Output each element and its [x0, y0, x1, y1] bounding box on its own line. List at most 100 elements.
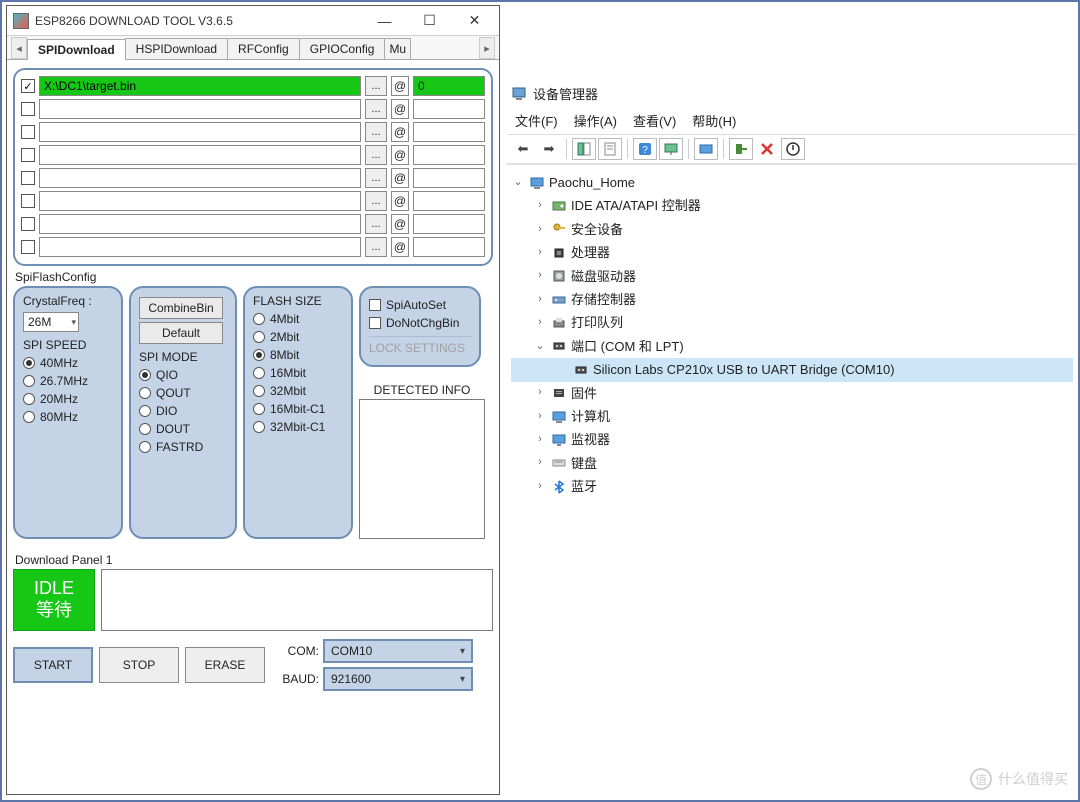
browse-button[interactable]: ...	[365, 145, 387, 165]
menu-file[interactable]: 文件(F)	[515, 111, 558, 130]
file-checkbox[interactable]	[21, 217, 35, 231]
browse-button[interactable]: ...	[365, 122, 387, 142]
file-address-input[interactable]	[413, 99, 485, 119]
file-path-input[interactable]	[39, 99, 361, 119]
spiautoset-checkbox[interactable]: SpiAutoSet	[369, 298, 471, 312]
browse-button[interactable]: ...	[365, 214, 387, 234]
radio-4mbit[interactable]: 4Mbit	[253, 312, 343, 326]
combinebin-button[interactable]: CombineBin	[139, 297, 223, 319]
tree-node[interactable]: ›蓝牙	[511, 475, 1073, 498]
drive-icon	[551, 198, 567, 214]
radio-40mhz[interactable]: 40MHz	[23, 356, 113, 370]
com-select[interactable]: COM10▾	[323, 639, 473, 663]
tab-scroll-right[interactable]: ▸	[479, 37, 495, 59]
stop-button[interactable]: STOP	[99, 647, 179, 683]
file-checkbox[interactable]	[21, 79, 35, 93]
radio-32mbit-c1[interactable]: 32Mbit-C1	[253, 420, 343, 434]
file-path-input[interactable]	[39, 191, 361, 211]
toolbar-show-hide-icon[interactable]	[572, 138, 596, 160]
tree-node[interactable]: ›计算机	[511, 405, 1073, 428]
radio-32mbit[interactable]: 32Mbit	[253, 384, 343, 398]
toolbar-uninstall-icon[interactable]	[755, 138, 779, 160]
file-address-input[interactable]	[413, 122, 485, 142]
tree-node[interactable]: ›固件	[511, 382, 1073, 405]
radio-dout[interactable]: DOUT	[139, 422, 227, 436]
file-path-input[interactable]	[39, 237, 361, 257]
tab-rfconfig[interactable]: RFConfig	[227, 38, 300, 59]
file-checkbox[interactable]	[21, 194, 35, 208]
toolbar-forward-icon[interactable]: ➡	[537, 138, 561, 160]
file-checkbox[interactable]	[21, 171, 35, 185]
baud-select[interactable]: 921600▾	[323, 667, 473, 691]
start-button[interactable]: START	[13, 647, 93, 683]
radio-16mbit-c1[interactable]: 16Mbit-C1	[253, 402, 343, 416]
tab-spidownload[interactable]: SPIDownload	[27, 39, 126, 60]
donotchgbin-checkbox[interactable]: DoNotChgBin	[369, 316, 471, 330]
toolbar-back-icon[interactable]: ⬅	[511, 138, 535, 160]
menu-help[interactable]: 帮助(H)	[692, 111, 736, 130]
tab-hspidownload[interactable]: HSPIDownload	[125, 38, 228, 59]
file-address-input[interactable]	[413, 145, 485, 165]
radio-2mbit[interactable]: 2Mbit	[253, 330, 343, 344]
file-checkbox[interactable]	[21, 240, 35, 254]
file-path-input[interactable]: X:\DC1\target.bin	[39, 76, 361, 96]
file-address-input[interactable]	[413, 214, 485, 234]
file-checkbox[interactable]	[21, 125, 35, 139]
radio-dio[interactable]: DIO	[139, 404, 227, 418]
file-address-input[interactable]	[413, 237, 485, 257]
tab-scroll-left[interactable]: ◂	[11, 37, 27, 59]
browse-button[interactable]: ...	[365, 76, 387, 96]
toolbar-disable-icon[interactable]	[781, 138, 805, 160]
tree-node[interactable]: ›打印队列	[511, 311, 1073, 334]
tree-node[interactable]: ›IDE ATA/ATAPI 控制器	[511, 194, 1073, 217]
tree-node[interactable]: ⌄端口 (COM 和 LPT)	[511, 335, 1073, 358]
browse-button[interactable]: ...	[365, 237, 387, 257]
browse-button[interactable]: ...	[365, 168, 387, 188]
toolbar-update-driver-icon[interactable]	[694, 138, 718, 160]
menu-action[interactable]: 操作(A)	[574, 111, 617, 130]
radio-16mbit[interactable]: 16Mbit	[253, 366, 343, 380]
file-checkbox[interactable]	[21, 148, 35, 162]
tree-node[interactable]: ›处理器	[511, 241, 1073, 264]
minimize-button[interactable]: —	[362, 7, 407, 35]
toolbar-help-icon[interactable]: ?	[633, 138, 657, 160]
erase-button[interactable]: ERASE	[185, 647, 265, 683]
tree-node[interactable]: ›存储控制器	[511, 288, 1073, 311]
tab-gpioconfig[interactable]: GPIOConfig	[299, 38, 386, 59]
browse-button[interactable]: ...	[365, 99, 387, 119]
device-tree[interactable]: ⌄Paochu_Home›IDE ATA/ATAPI 控制器›安全设备›处理器›…	[507, 164, 1077, 594]
flash-size-label: FLASH SIZE	[253, 294, 343, 308]
tree-node[interactable]: ›监视器	[511, 428, 1073, 451]
tree-node[interactable]: ›磁盘驱动器	[511, 265, 1073, 288]
radio-20mhz[interactable]: 20MHz	[23, 392, 113, 406]
tree-root[interactable]: ⌄Paochu_Home	[511, 171, 1073, 194]
browse-button[interactable]: ...	[365, 191, 387, 211]
radio-80mhz[interactable]: 80MHz	[23, 410, 113, 424]
default-button[interactable]: Default	[139, 322, 223, 344]
file-checkbox[interactable]	[21, 102, 35, 116]
file-path-input[interactable]	[39, 214, 361, 234]
maximize-button[interactable]: ☐	[407, 7, 452, 35]
tab-multi-truncated[interactable]: Mu	[384, 38, 411, 59]
file-path-input[interactable]	[39, 168, 361, 188]
file-path-input[interactable]	[39, 122, 361, 142]
tree-leaf[interactable]: Silicon Labs CP210x USB to UART Bridge (…	[511, 358, 1073, 381]
file-address-input[interactable]: 0	[413, 76, 485, 96]
file-address-input[interactable]	[413, 168, 485, 188]
toolbar-enable-icon[interactable]	[729, 138, 753, 160]
toolbar-scan-icon[interactable]	[659, 138, 683, 160]
radio-8mbit[interactable]: 8Mbit	[253, 348, 343, 362]
toolbar-properties-icon[interactable]	[598, 138, 622, 160]
crystal-freq-select[interactable]: 26M▾	[23, 312, 79, 332]
radio-fastrd[interactable]: FASTRD	[139, 440, 227, 454]
file-path-input[interactable]	[39, 145, 361, 165]
tree-node[interactable]: ›键盘	[511, 452, 1073, 475]
menu-view[interactable]: 查看(V)	[633, 111, 676, 130]
radio-26-7mhz[interactable]: 26.7MHz	[23, 374, 113, 388]
close-button[interactable]: ✕	[452, 7, 497, 35]
tree-node[interactable]: ›安全设备	[511, 218, 1073, 241]
radio-qout[interactable]: QOUT	[139, 386, 227, 400]
detected-info-label: DETECTED INFO	[359, 383, 485, 397]
radio-qio[interactable]: QIO	[139, 368, 227, 382]
file-address-input[interactable]	[413, 191, 485, 211]
